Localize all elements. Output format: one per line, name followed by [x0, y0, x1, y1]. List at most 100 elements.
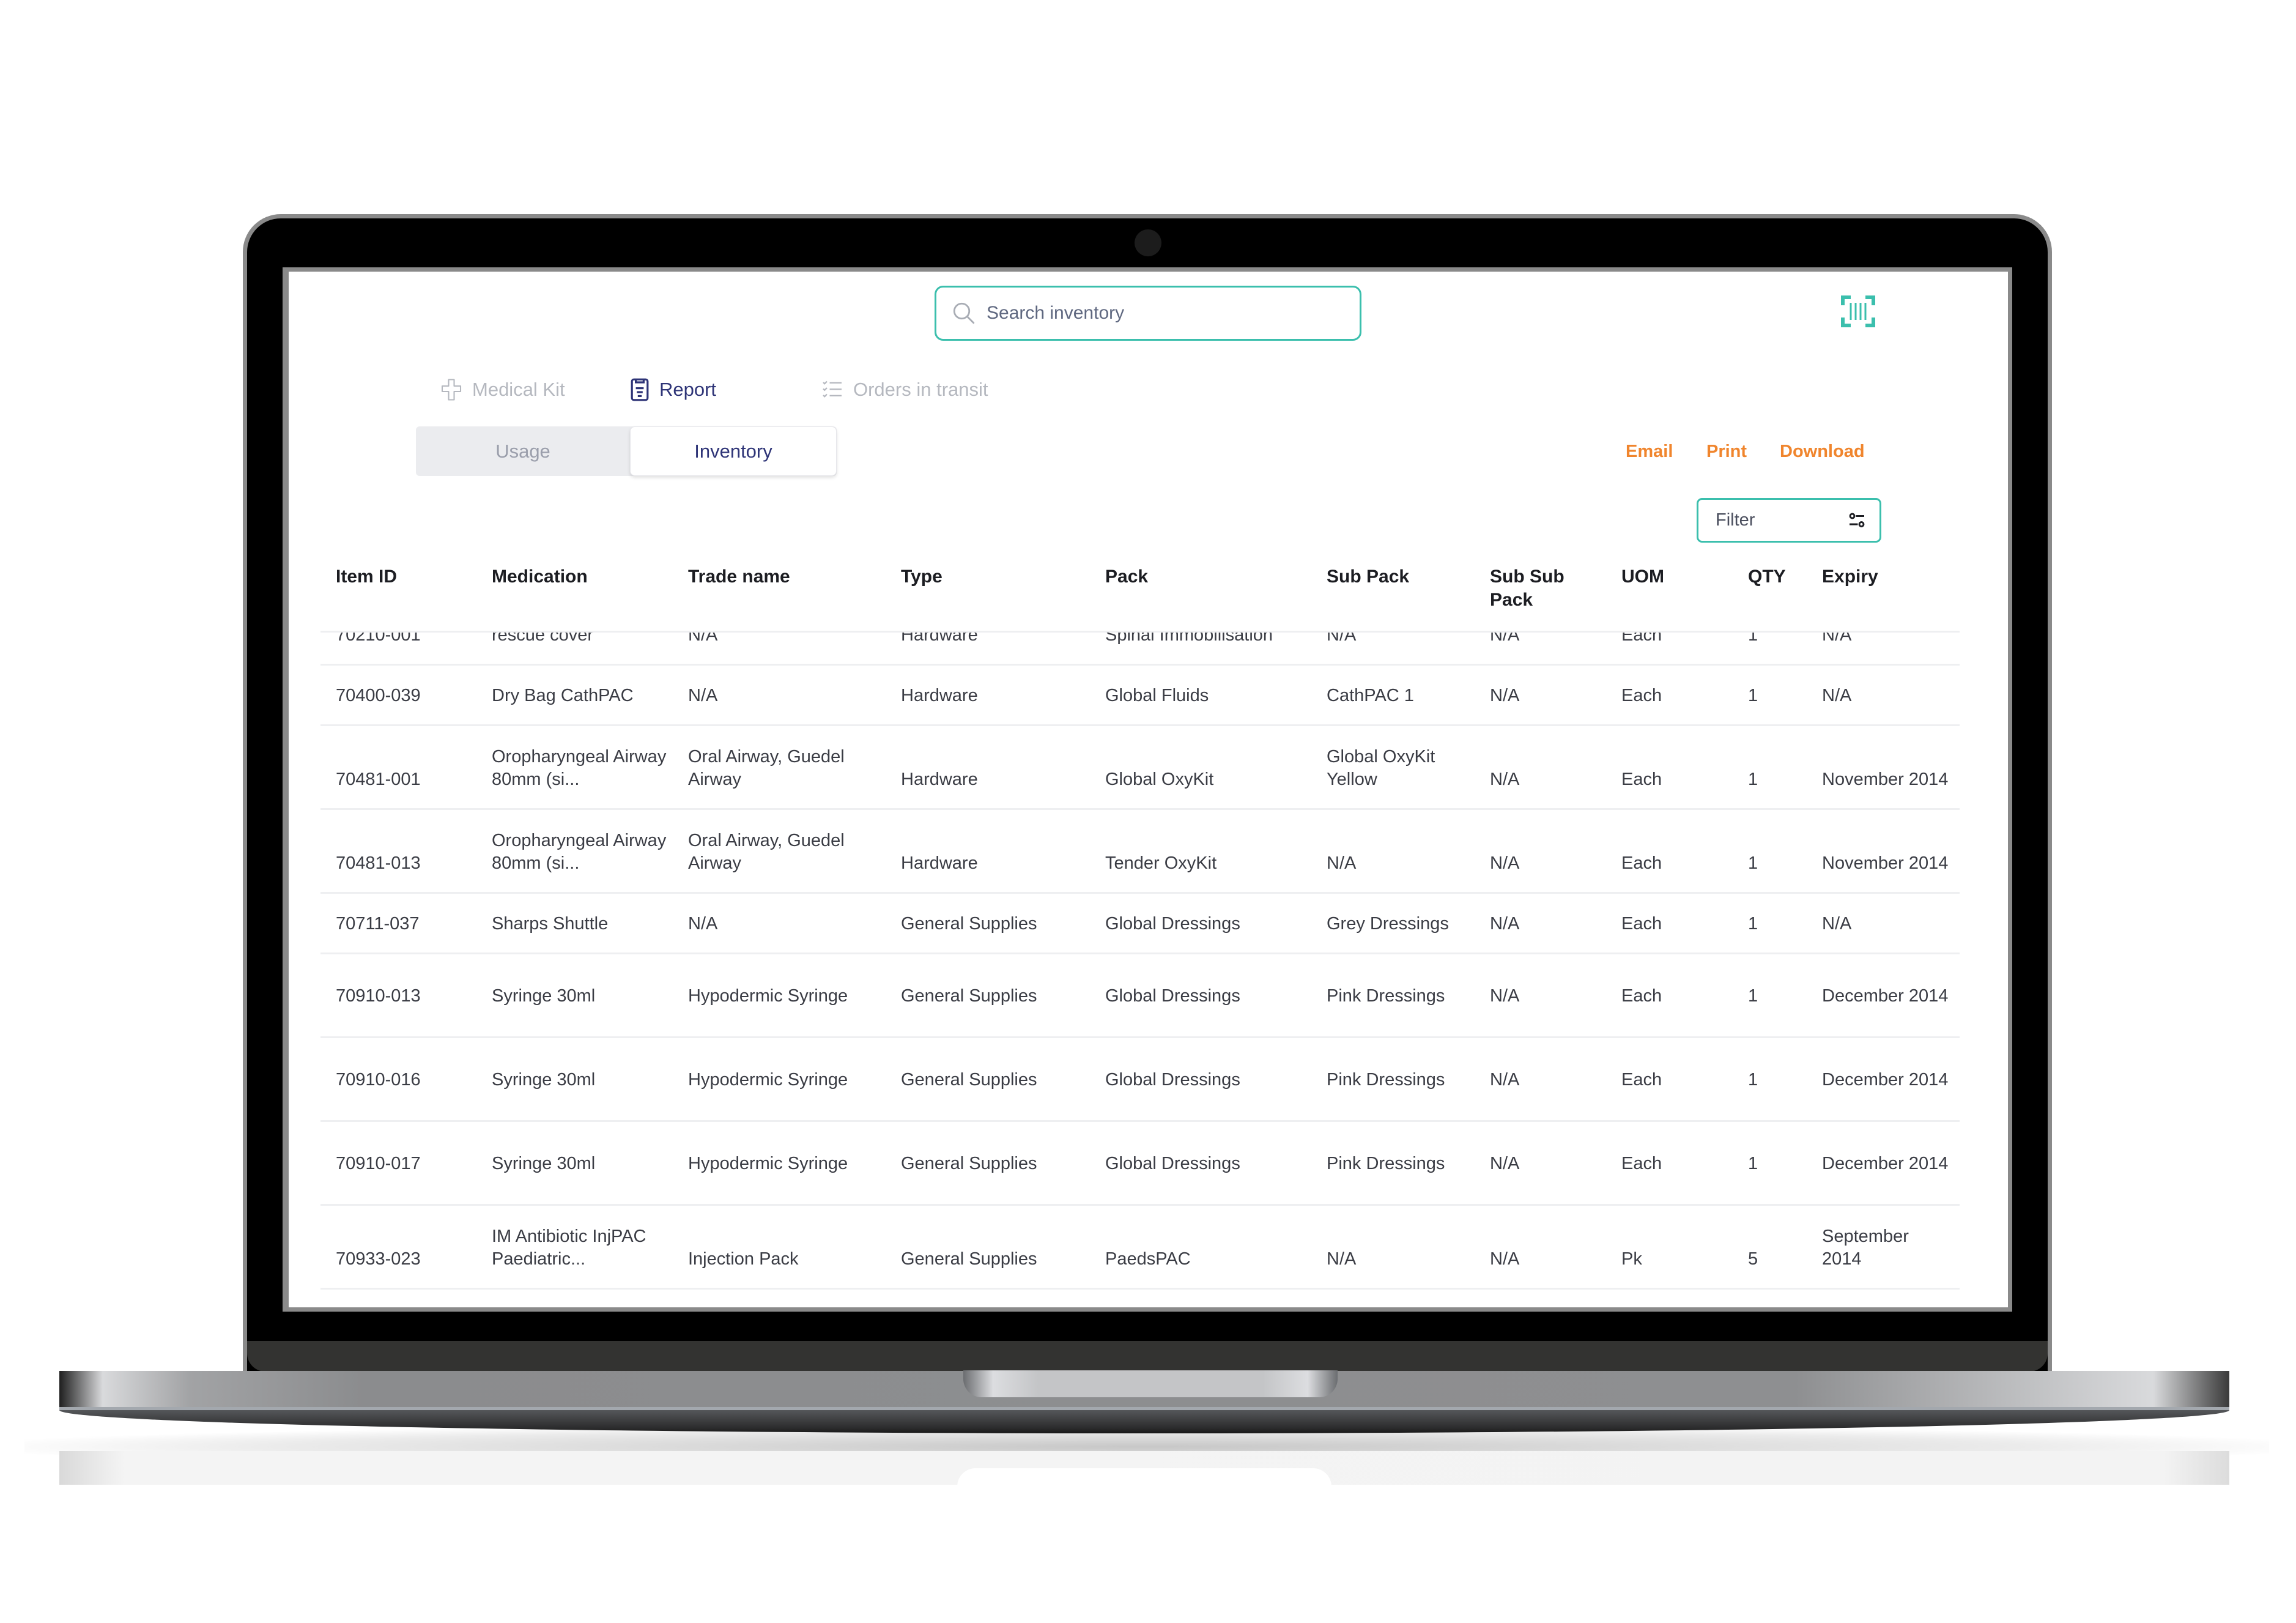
cell-medication: Oropharyngeal Airway 80mm (si... — [492, 831, 667, 873]
table-row[interactable]: 70711-037 Sharps Shuttle N/A General Suppli… — [320, 894, 1960, 954]
cell-pack: Global Dressings — [1105, 986, 1240, 1006]
column-header-qty[interactable]: QTY — [1748, 565, 1809, 589]
cell-type: General Supplies — [901, 914, 1037, 934]
cell-expiry: N/A — [1822, 686, 1852, 705]
cell-type: Hardware — [901, 686, 978, 705]
cell-item-id: 70711-037 — [336, 914, 420, 934]
cell-sub-sub-pack: N/A — [1490, 853, 1520, 873]
medical-cross-icon — [441, 379, 462, 401]
laptop-reflection-notch — [957, 1468, 1331, 1487]
cell-trade-name: Oral Airway, Guedel Airway — [688, 831, 845, 873]
segment-inventory[interactable]: Inventory — [630, 426, 837, 476]
checklist-icon — [823, 381, 842, 398]
tab-report-label: Report — [659, 379, 717, 400]
cell-expiry: September 2014 — [1822, 1227, 1909, 1269]
cell-sub-pack: Pink Dressings — [1327, 1070, 1445, 1090]
cell-qty: 1 — [1748, 853, 1758, 873]
cell-uom: Pk — [1621, 1249, 1642, 1269]
table-row[interactable]: 70481-001 Oropharyngeal Airway 80mm (si..… — [320, 726, 1960, 810]
search-icon — [953, 302, 975, 324]
cell-medication: Oropharyngeal Airway 80mm (si... — [492, 747, 667, 789]
laptop-hinge-notch — [963, 1370, 1338, 1397]
tab-medical-kit-label: Medical Kit — [472, 379, 565, 400]
cell-item-id: 70910-016 — [336, 1070, 421, 1090]
column-header-type[interactable]: Type — [901, 565, 1097, 589]
table-body[interactable]: 70210-001 rescue cover N/A Hardware Spinal I… — [320, 633, 1960, 1307]
cell-item-id: 70400-039 — [336, 686, 421, 705]
cell-trade-name: Oral Airway, Guedel Airway — [688, 747, 845, 789]
report-type-toggle: Usage Inventory — [416, 426, 837, 476]
tab-report[interactable]: Report — [630, 374, 716, 405]
cell-medication: Syringe 30ml — [492, 1070, 596, 1090]
cell-uom: Each — [1621, 986, 1662, 1006]
cell-qty: 1 — [1748, 986, 1758, 1006]
search-box[interactable] — [935, 286, 1361, 341]
cell-medication: Syringe 30ml — [492, 1154, 596, 1173]
laptop-bezel-chin — [247, 1341, 2048, 1372]
column-header-medication[interactable]: Medication — [492, 565, 675, 589]
cell-type: General Supplies — [901, 1070, 1037, 1090]
cell-uom: Each — [1621, 1070, 1662, 1090]
cell-sub-pack: Pink Dressings — [1327, 986, 1445, 1006]
table-row[interactable]: 70910-016 Syringe 30ml Hypodermic Syringe G… — [320, 1038, 1960, 1122]
cell-item-id: 70481-001 — [336, 770, 421, 789]
cell-sub-pack: Global OxyKit Yellow — [1327, 747, 1435, 789]
cell-sub-sub-pack: N/A — [1490, 686, 1520, 705]
column-header-item-id[interactable]: Item ID — [336, 565, 483, 589]
column-header-pack[interactable]: Pack — [1105, 565, 1319, 589]
app-screen: Medical Kit Report Orders in transit Usa… — [289, 272, 2008, 1307]
cell-uom: Each — [1621, 686, 1662, 705]
tab-medical-kit[interactable]: Medical Kit — [440, 374, 565, 405]
cell-expiry: N/A — [1822, 914, 1852, 934]
cell-trade-name: N/A — [688, 686, 718, 705]
barcode-scan-icon[interactable] — [1841, 295, 1875, 327]
webcam-icon — [1135, 229, 1161, 256]
cell-pack: PaedsPAC — [1105, 1249, 1191, 1269]
cell-qty: 1 — [1748, 633, 1758, 645]
segment-usage[interactable]: Usage — [416, 426, 630, 476]
search-input[interactable] — [985, 302, 1360, 324]
cell-expiry: December 2014 — [1822, 1070, 1949, 1090]
cell-type: General Supplies — [901, 1154, 1037, 1173]
cell-item-id: 70910-013 — [336, 986, 421, 1006]
cell-sub-sub-pack: N/A — [1490, 1249, 1520, 1269]
tab-orders-label: Orders in transit — [853, 379, 988, 400]
cell-medication: Dry Bag CathPAC — [492, 686, 634, 705]
cell-expiry: N/A — [1822, 633, 1852, 645]
email-button[interactable]: Email — [1626, 442, 1673, 462]
filter-label: Filter — [1716, 510, 1755, 530]
column-header-trade-name[interactable]: Trade name — [688, 565, 890, 589]
table-row[interactable]: 70910-017 Syringe 30ml Hypodermic Syringe G… — [320, 1122, 1960, 1206]
cell-uom: Each — [1621, 1154, 1662, 1173]
table-row[interactable]: 70933-023 IM Antibiotic InjPAC Paediatric… — [320, 1206, 1960, 1290]
table-row[interactable]: 70481-013 Oropharyngeal Airway 80mm (si..… — [320, 810, 1960, 894]
print-button[interactable]: Print — [1706, 442, 1747, 462]
cell-type: General Supplies — [901, 1249, 1037, 1269]
cell-item-id: 70210-001 — [336, 633, 421, 645]
column-header-uom[interactable]: UOM — [1621, 565, 1738, 589]
cell-trade-name: Hypodermic Syringe — [688, 1154, 848, 1173]
column-header-sub-pack[interactable]: Sub Pack — [1327, 565, 1486, 589]
cell-trade-name: Injection Pack — [688, 1249, 799, 1269]
table-row[interactable]: 70910-013 Syringe 30ml Hypodermic Syringe G… — [320, 954, 1960, 1038]
table-row[interactable]: 70210-001 rescue cover N/A Hardware Spinal I… — [320, 633, 1960, 666]
column-header-expiry[interactable]: Expiry — [1822, 565, 1950, 589]
cell-trade-name: Hypodermic Syringe — [688, 986, 848, 1006]
cell-sub-sub-pack: N/A — [1490, 914, 1520, 934]
cell-type: General Supplies — [901, 986, 1037, 1006]
cell-qty: 1 — [1748, 1070, 1758, 1090]
cell-pack: Global Dressings — [1105, 1154, 1240, 1173]
cell-sub-sub-pack: N/A — [1490, 633, 1520, 645]
download-button[interactable]: Download — [1780, 442, 1865, 462]
filter-button[interactable]: Filter — [1697, 498, 1881, 543]
cell-qty: 1 — [1748, 914, 1758, 934]
cell-qty: 5 — [1748, 1249, 1758, 1269]
cell-expiry: November 2014 — [1822, 853, 1949, 873]
cell-trade-name: N/A — [688, 914, 718, 934]
cell-medication: Syringe 30ml — [492, 986, 596, 1006]
table-row[interactable]: 70400-039 Dry Bag CathPAC N/A Hardware Globa… — [320, 666, 1960, 726]
cell-sub-pack: N/A — [1327, 853, 1357, 873]
tab-orders-in-transit[interactable]: Orders in transit — [821, 374, 988, 405]
cell-item-id: 70481-013 — [336, 853, 421, 873]
column-header-sub-sub-pack[interactable]: Sub Sub Pack — [1490, 565, 1612, 612]
